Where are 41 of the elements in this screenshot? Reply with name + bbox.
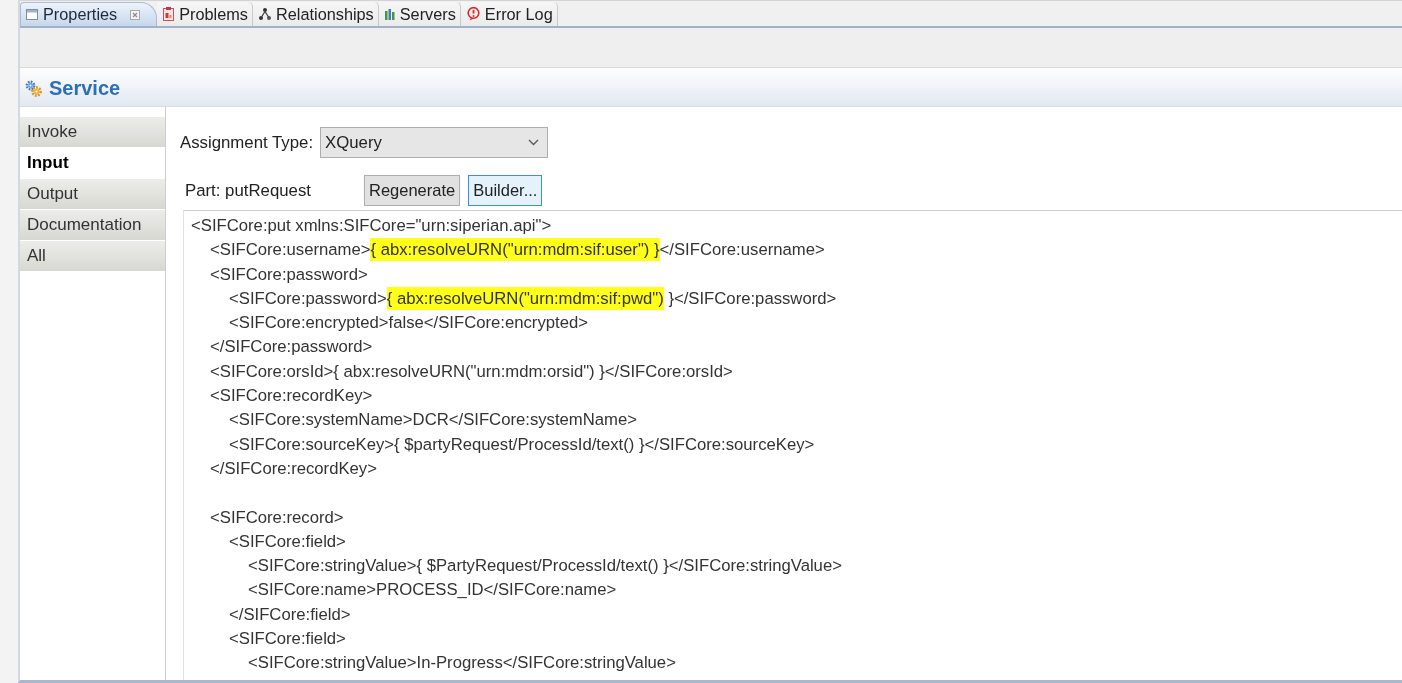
side-tab[interactable]: Output [20, 179, 165, 210]
code-line: <SIFCore:systemName>DCR</SIFCore:systemName> [229, 409, 638, 432]
side-tab[interactable]: Documentation [20, 210, 165, 241]
code-line: </SIFCore:password> [210, 336, 373, 359]
clipboard-icon [163, 7, 175, 21]
code-line: <SIFCore:orsId>{ abx:resolveURN("urn:mdm:orsid") }</SIFCore:orsId> [210, 360, 733, 383]
code-line: </SIFCore:recordKey> [210, 457, 377, 480]
alert-icon [466, 7, 480, 21]
window-icon [26, 9, 38, 20]
side-tab[interactable]: Invoke [20, 117, 165, 148]
close-icon[interactable] [130, 9, 141, 20]
code-line: <SIFCore:record> [210, 506, 344, 529]
code-line: <SIFCore:encrypted>false</SIFCore:encrypted> [229, 312, 588, 335]
builder-button[interactable]: Builder... [468, 175, 543, 206]
code-line: <SIFCore:recordKey> [210, 385, 373, 408]
view-tab[interactable]: Problems [157, 2, 253, 26]
view-tab[interactable]: Properties [20, 2, 158, 26]
part-label: Part: putRequest [185, 180, 312, 201]
view-tab[interactable]: Relationships [253, 2, 379, 26]
code-line: </SIFCore:field> [229, 603, 351, 626]
code-line: <SIFCore:password> [210, 263, 368, 286]
code-line: <SIFCore:stringValue>In-Progress</SIFCore:stringValue> [248, 652, 676, 675]
view-tab[interactable]: Error Log [460, 2, 558, 26]
section-title: Service [49, 76, 121, 100]
side-tab[interactable]: All [20, 241, 165, 272]
gears-icon [25, 79, 42, 97]
code-line: <SIFCore:password>{ abx:resolveURN("urn:mdm:sif:pwd") }</SIFCore:password> [229, 286, 837, 312]
regenerate-button[interactable]: Regenerate [364, 175, 461, 206]
assignment-type-dropdown[interactable]: XQuery [320, 127, 548, 158]
bars-icon [384, 8, 395, 20]
assignment-type-label: Assignment Type: [180, 132, 315, 153]
code-line: <SIFCore:stringValue>{ $PartyRequest/ProcessId/text() }</SIFCore:stringValue> [248, 555, 842, 578]
nodes-icon [259, 8, 271, 20]
code-line: <SIFCore:name>PROCESS_ID</SIFCore:name> [248, 579, 617, 602]
code-line: <SIFCore:sourceKey>{ $partyRequest/ProcessId/text() }</SIFCore:sourceKey> [229, 433, 815, 456]
code-line: <SIFCore:field> [229, 530, 346, 553]
code-line: <SIFCore:put xmlns:SIFCore="urn:siperian.api"> [191, 215, 552, 237]
chevron-down-icon [528, 139, 539, 146]
view-tab[interactable]: Servers [378, 2, 461, 26]
code-editor[interactable] [183, 210, 1402, 680]
code-line: <SIFCore:field> [229, 628, 346, 651]
